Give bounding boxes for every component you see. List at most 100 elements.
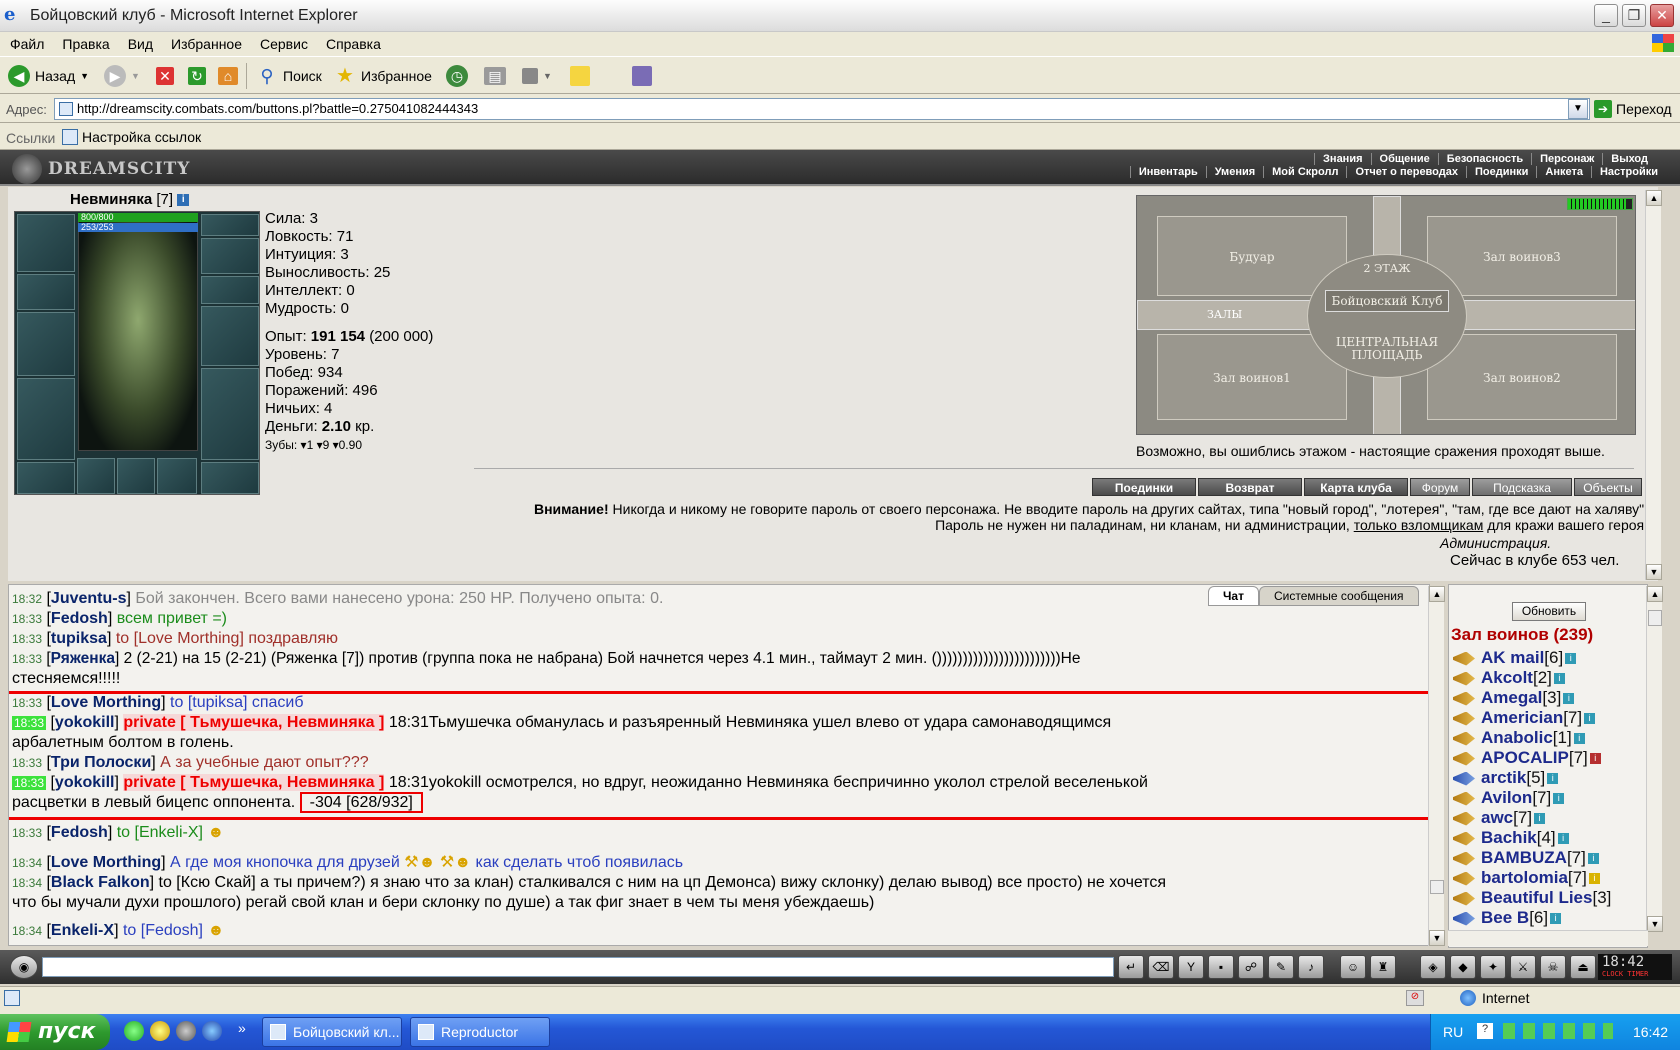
- filter-icon[interactable]: Y: [1178, 955, 1204, 979]
- blocked-icon[interactable]: ⊘: [1406, 990, 1424, 1006]
- nav-scroll[interactable]: Мой Скролл: [1263, 166, 1346, 178]
- nav-settings[interactable]: Настройки: [1590, 166, 1666, 178]
- print-button[interactable]: ▤: [484, 64, 506, 88]
- taskbar-ie-button[interactable]: Бойцовский кл...: [262, 1017, 402, 1047]
- nav-knowledge[interactable]: Знания: [1314, 153, 1370, 165]
- nav-security[interactable]: Безопасность: [1437, 153, 1531, 165]
- user-item[interactable]: Americian[7] i: [1453, 708, 1596, 728]
- user-item[interactable]: Avilon[7] i: [1453, 788, 1565, 808]
- customize-links-link[interactable]: Настройка ссылок: [62, 129, 201, 145]
- nav-transfers[interactable]: Отчет о переводах: [1346, 166, 1466, 178]
- nav-fights[interactable]: Поединки: [1465, 166, 1536, 178]
- spells-icon[interactable]: ✦: [1480, 955, 1506, 979]
- spell-slot-3[interactable]: [157, 458, 197, 494]
- menu-favorites[interactable]: Избранное: [161, 32, 250, 52]
- map-central-plaza-label[interactable]: ЦЕНТРАЛЬНАЯ ПЛОЩАДЬ: [1333, 336, 1441, 362]
- user-item[interactable]: Beautiful Lies[3]: [1453, 888, 1611, 908]
- history-button[interactable]: ◷: [446, 64, 468, 88]
- users-scrollbar[interactable]: ▲ ▼: [1646, 586, 1663, 932]
- language-indicator[interactable]: RU: [1443, 1024, 1463, 1040]
- scroll-down-icon[interactable]: ▼: [1646, 564, 1662, 580]
- clear-icon[interactable]: ⌫: [1148, 955, 1174, 979]
- maximize-button[interactable]: ❐: [1622, 4, 1646, 27]
- user-item[interactable]: bartolomia[7] i: [1453, 868, 1600, 888]
- smiles-icon[interactable]: ☺: [1340, 955, 1366, 979]
- nav-exit[interactable]: Выход: [1602, 153, 1656, 165]
- fight-icon[interactable]: [1453, 711, 1475, 726]
- tab-system-messages[interactable]: Системные сообщения: [1258, 586, 1419, 606]
- spell-slot-2[interactable]: [117, 458, 155, 494]
- gloves-slot[interactable]: [201, 276, 259, 304]
- back-button[interactable]: ◀ Назад ▼: [8, 64, 89, 88]
- edit-dropdown-icon[interactable]: ▼: [543, 64, 552, 88]
- chat-mode-icon[interactable]: ◉: [10, 955, 38, 979]
- scroll-up-icon[interactable]: ▲: [1429, 586, 1445, 602]
- user-item[interactable]: Amegal[3] i: [1453, 688, 1575, 708]
- exit-icon[interactable]: ⏏: [1570, 955, 1596, 979]
- menu-help[interactable]: Справка: [316, 32, 389, 52]
- forward-button[interactable]: ▶ ▼: [104, 64, 140, 88]
- fights-button[interactable]: Поединки: [1092, 478, 1196, 496]
- rings-slot[interactable]: [201, 238, 259, 274]
- stop-button[interactable]: ✕: [156, 64, 174, 88]
- return-button[interactable]: Возврат: [1198, 478, 1302, 496]
- taskbar-player-button[interactable]: Reproductor de...: [410, 1017, 550, 1047]
- sound-icon[interactable]: ♪: [1298, 955, 1324, 979]
- minimize-button[interactable]: _: [1594, 4, 1618, 27]
- items-icon[interactable]: ◆: [1450, 955, 1476, 979]
- walk-icon[interactable]: ☍: [1238, 955, 1264, 979]
- fight-icon[interactable]: [1453, 771, 1475, 786]
- favorites-button[interactable]: ★ Избранное: [334, 64, 432, 88]
- messenger-button[interactable]: [632, 64, 652, 88]
- user-item[interactable]: APOCALIP[7] i: [1453, 748, 1601, 768]
- notes-button[interactable]: [570, 64, 590, 88]
- user-item[interactable]: Akcolt[2] i: [1453, 668, 1565, 688]
- scroll-down-icon[interactable]: ▼: [1647, 916, 1663, 932]
- info-scrollbar[interactable]: ▲ ▼: [1645, 190, 1662, 580]
- chat-scrollbar[interactable]: ▲ ▼: [1428, 586, 1445, 946]
- fight-icon[interactable]: [1453, 831, 1475, 846]
- go-button[interactable]: ➔ Переход: [1594, 100, 1672, 118]
- fight-icon[interactable]: [1453, 671, 1475, 686]
- hint-button[interactable]: Подсказка: [1472, 478, 1572, 496]
- quicklaunch-icon[interactable]: [202, 1021, 222, 1041]
- search-button[interactable]: ⚲ Поиск: [256, 64, 321, 88]
- user-item[interactable]: Anabolic[1] i: [1453, 728, 1585, 748]
- chat-input[interactable]: [42, 957, 1114, 977]
- forward-dropdown-icon[interactable]: ▼: [131, 64, 140, 88]
- url-dropdown-button[interactable]: ▼: [1568, 99, 1588, 119]
- menu-edit[interactable]: Правка: [52, 32, 117, 52]
- refresh-users-button[interactable]: Обновить: [1512, 602, 1586, 621]
- scroll-thumb[interactable]: [1648, 610, 1662, 626]
- weapon-slot[interactable]: [17, 312, 75, 376]
- helmet-slot[interactable]: [17, 214, 75, 272]
- save-icon[interactable]: ▪: [1208, 955, 1234, 979]
- scroll-down-icon[interactable]: ▼: [1429, 930, 1445, 946]
- quicklaunch-icon[interactable]: [124, 1021, 144, 1041]
- fight-icon[interactable]: [1453, 871, 1475, 886]
- menu-tools[interactable]: Сервис: [250, 32, 316, 52]
- scroll-thumb[interactable]: [1430, 880, 1444, 894]
- objects-button[interactable]: Объекты: [1574, 478, 1642, 496]
- user-item[interactable]: BAMBUZA[7] i: [1453, 848, 1599, 868]
- helmet-icon[interactable]: ♜: [1370, 955, 1396, 979]
- armor-slot[interactable]: [17, 378, 75, 460]
- user-item[interactable]: arctik[5] i: [1453, 768, 1559, 788]
- nav-skills[interactable]: Умения: [1205, 166, 1263, 178]
- fight-icon[interactable]: [1453, 791, 1475, 806]
- nav-profile[interactable]: Анкета: [1536, 166, 1591, 178]
- info-icon[interactable]: i: [177, 194, 190, 207]
- bracers-slot[interactable]: [17, 274, 75, 310]
- user-item[interactable]: Bachik[4] i: [1453, 828, 1569, 848]
- earrings-slot[interactable]: [201, 214, 259, 236]
- refresh-button[interactable]: ↻: [188, 64, 206, 88]
- edit-button[interactable]: ▼: [522, 64, 552, 88]
- user-item[interactable]: awc[7] i: [1453, 808, 1546, 828]
- forum-button[interactable]: Форум: [1410, 478, 1470, 496]
- nav-character[interactable]: Персонаж: [1531, 153, 1602, 165]
- start-button[interactable]: пуск: [0, 1014, 110, 1050]
- fight-room-icon[interactable]: ⚔: [1510, 955, 1536, 979]
- quicklaunch-more-icon[interactable]: »: [238, 1020, 246, 1036]
- fight-icon[interactable]: [1453, 911, 1475, 926]
- users-hscrollbar[interactable]: [1448, 930, 1648, 946]
